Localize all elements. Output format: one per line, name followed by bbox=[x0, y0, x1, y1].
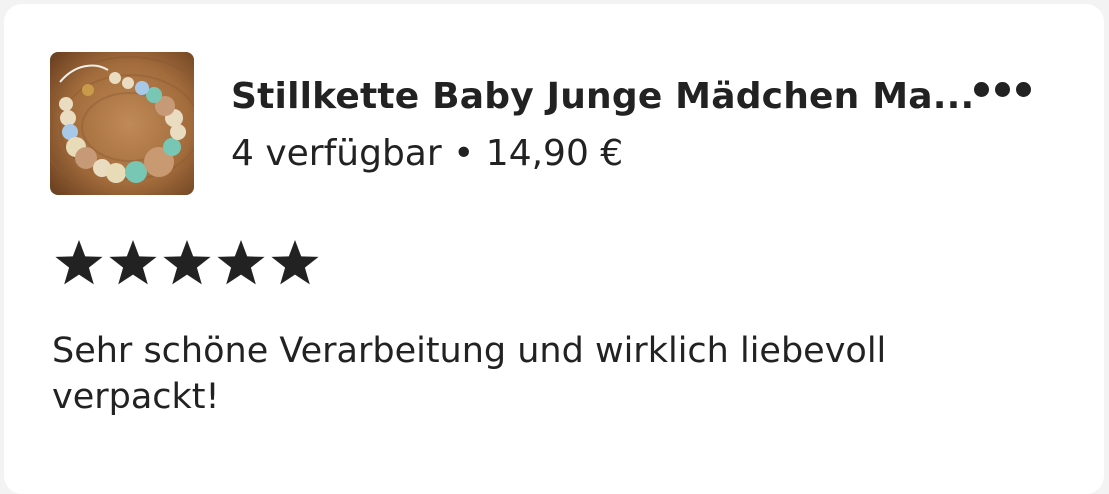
availability-text: 4 verfügbar bbox=[231, 133, 442, 174]
more-horizontal-icon-dot bbox=[1016, 82, 1031, 97]
listing-meta: 4 verfügbar • 14,90 € bbox=[231, 133, 623, 174]
review-text: Sehr schöne Verarbeitung und wirklich li… bbox=[52, 331, 887, 417]
more-options-button[interactable] bbox=[970, 74, 1040, 104]
star-icon bbox=[163, 240, 211, 285]
product-thumbnail[interactable] bbox=[50, 52, 194, 195]
product-photo bbox=[50, 52, 194, 195]
price-text: 14,90 € bbox=[485, 133, 624, 174]
more-horizontal-icon-dot bbox=[995, 82, 1010, 97]
more-horizontal-icon bbox=[974, 82, 989, 97]
listing-title[interactable]: Stillkette Baby Junge Mädchen Ma... bbox=[231, 76, 974, 117]
star-icon bbox=[217, 240, 265, 285]
star-icon bbox=[55, 240, 103, 285]
star-icon bbox=[109, 240, 157, 285]
star-icon bbox=[271, 240, 319, 285]
meta-separator: • bbox=[453, 133, 475, 174]
star-rating bbox=[54, 238, 320, 286]
review-card: Stillkette Baby Junge Mädchen Ma... 4 ve… bbox=[4, 4, 1104, 494]
